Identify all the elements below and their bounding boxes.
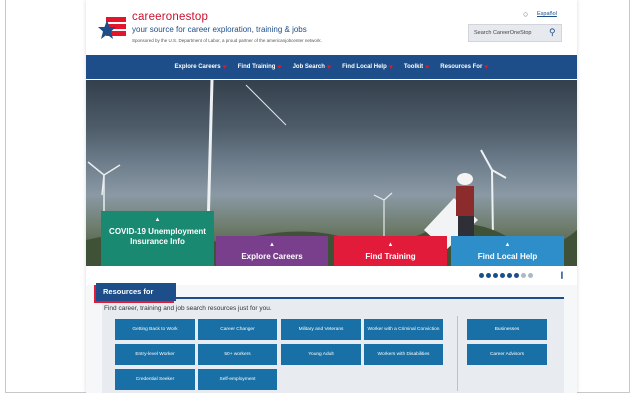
resource-button[interactable]: Young Adult [281,344,361,365]
resource-button[interactable]: Getting Back to Work [115,319,195,340]
resource-button[interactable]: Self-employment [198,369,277,390]
nav-resources-for[interactable]: Resources For ♥ [440,64,488,71]
site-search-box[interactable]: Search CareerOneStop ⚲ [468,24,562,42]
heart-icon: ♥ [425,63,430,71]
nav-find-training[interactable]: Find Training ♥ [238,64,282,71]
nav-label: Find Local Help [342,64,387,70]
resource-button[interactable]: Workers with Disabilities [364,344,443,365]
chevron-up-icon: ▲ [387,242,394,248]
carousel-dot[interactable] [514,273,519,278]
carousel-dot[interactable] [521,273,526,278]
pause-icon[interactable]: ❙ [559,271,565,279]
nav-label: Explore Careers [174,64,221,70]
heart-icon: ♥ [388,63,393,71]
tile-find-training[interactable]: ▲ Find Training [334,236,447,266]
carousel-dot[interactable] [493,273,498,278]
wind-turbine-icon [245,84,287,126]
tile-covid-unemployment[interactable]: ▲ COVID-19 Unemployment Insurance Info [101,211,214,266]
nav-label: Find Training [237,64,276,70]
resources-divider [457,316,458,391]
tile-label: COVID-19 Unemployment Insurance Info [109,227,206,246]
carousel-dot[interactable] [528,273,533,278]
main-navigation: Explore Careers ♥ Find Training ♥ Job Sear… [86,55,577,79]
careeronestop-page: careeronestop your source for career exp… [86,0,577,393]
resource-button[interactable]: Career Advisors [467,344,547,365]
heart-icon: ♥ [326,63,332,71]
tile-find-local-help[interactable]: ▲ Find Local Help [451,236,564,266]
search-icon[interactable]: ⚲ [549,27,556,38]
carousel-dot[interactable] [479,273,484,278]
chevron-up-icon: ▲ [504,242,511,248]
resource-button[interactable]: 50+ workers [198,344,277,365]
resource-button[interactable]: Career Changer [198,319,277,340]
wind-turbine-icon [373,192,393,240]
carousel-dot[interactable] [486,273,491,278]
nav-label: Job Search [292,64,325,70]
chevron-up-icon: ▲ [269,242,275,248]
carousel-indicators [479,273,533,278]
brand-name[interactable]: careeronestop [132,11,208,23]
carousel-dot[interactable] [507,273,512,278]
resource-button[interactable]: Entry-level Worker [115,344,195,365]
nav-label: Resources For [440,64,483,70]
nav-explore-careers[interactable]: Explore Careers ♥ [175,64,227,71]
search-input[interactable]: Search CareerOneStop [474,30,531,36]
site-header: careeronestop your source for career exp… [86,0,577,54]
heart-icon: ♥ [484,63,489,71]
globe-icon: ○ [523,9,529,19]
heart-icon: ♥ [277,63,282,71]
hero-carousel: ▲ COVID-19 Unemployment Insurance Info ▲… [86,80,577,266]
nav-toolkit[interactable]: Toolkit ♥ [404,64,429,71]
language-link[interactable]: Español [537,11,557,17]
nav-job-search[interactable]: Job Search ♥ [293,64,332,71]
resources-intro: Find career, training and job search res… [104,305,272,312]
tile-label: Explore Careers [241,252,303,261]
sponsor-statement: Sponsored by the U.S. Department of Labo… [132,38,322,43]
wind-turbine-icon [206,80,214,231]
tile-label: Find Training [365,252,416,261]
carousel-dot[interactable] [500,273,505,278]
resource-button[interactable]: Businesses [467,319,547,340]
brand-tagline: your source for career exploration, trai… [132,25,307,34]
resource-button[interactable]: Worker with a Criminal Conviction [364,319,443,340]
nav-label: Toolkit [403,64,424,70]
resource-button[interactable]: Military and Veterans [281,319,361,340]
heart-icon: ♥ [222,63,227,71]
resources-for-tab: Resources for [96,283,176,301]
resource-button[interactable]: Credential Seeker [115,369,195,390]
tile-explore-careers[interactable]: ▲ Explore Careers [216,236,328,266]
nav-find-local-help[interactable]: Find Local Help ♥ [342,64,393,71]
star-flag-logo-icon[interactable] [98,12,128,42]
chevron-up-icon: ▲ [154,217,161,223]
wind-turbine-icon [480,149,507,241]
tile-label: Find Local Help [477,252,538,261]
